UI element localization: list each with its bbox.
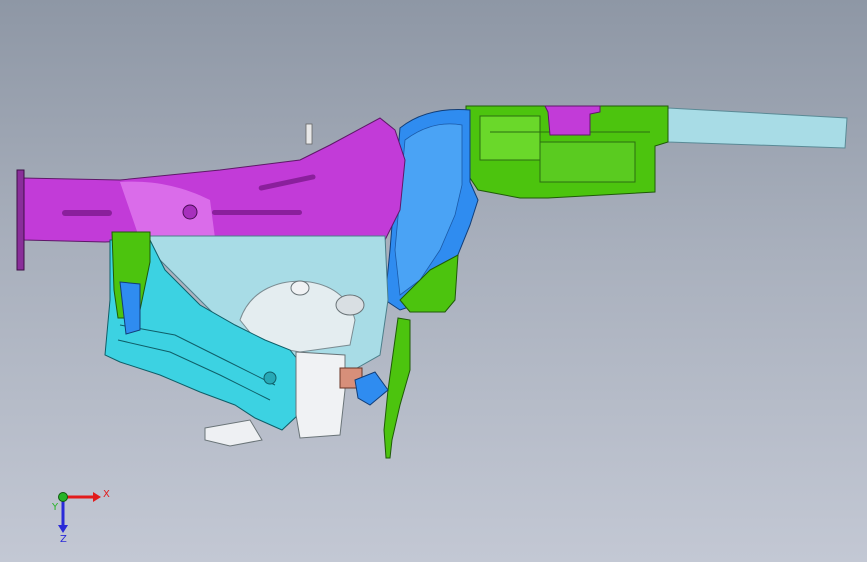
vertical-rail-green <box>383 317 411 459</box>
rail-slot-1 <box>62 210 112 216</box>
z-axis-arrow <box>58 525 68 533</box>
x-axis-arrow <box>93 492 101 502</box>
rear-rail-pocket <box>479 115 541 161</box>
rail-slot-2 <box>212 210 302 215</box>
y-axis-dot <box>58 492 68 502</box>
axis-triad: X Z Y <box>51 489 110 545</box>
y-axis-label: Y <box>51 502 59 513</box>
top-post <box>305 123 313 145</box>
x-axis-label: X <box>103 489 110 500</box>
rear-rail-extension <box>667 107 848 149</box>
rail-bolt <box>182 204 198 220</box>
front-lower-hole <box>263 371 277 385</box>
vehicle-body-model[interactable] <box>0 0 867 562</box>
front-panel-white <box>295 351 346 439</box>
rear-rail-pocket-2 <box>539 141 636 183</box>
z-axis-label: Z <box>60 534 67 545</box>
front-flange <box>16 169 25 271</box>
cad-viewport[interactable]: X Z Y <box>0 0 867 562</box>
duct-end <box>290 280 310 296</box>
main-rail-magenta <box>21 117 406 243</box>
duct-opening <box>335 294 365 316</box>
lower-shelf-white <box>204 419 263 447</box>
